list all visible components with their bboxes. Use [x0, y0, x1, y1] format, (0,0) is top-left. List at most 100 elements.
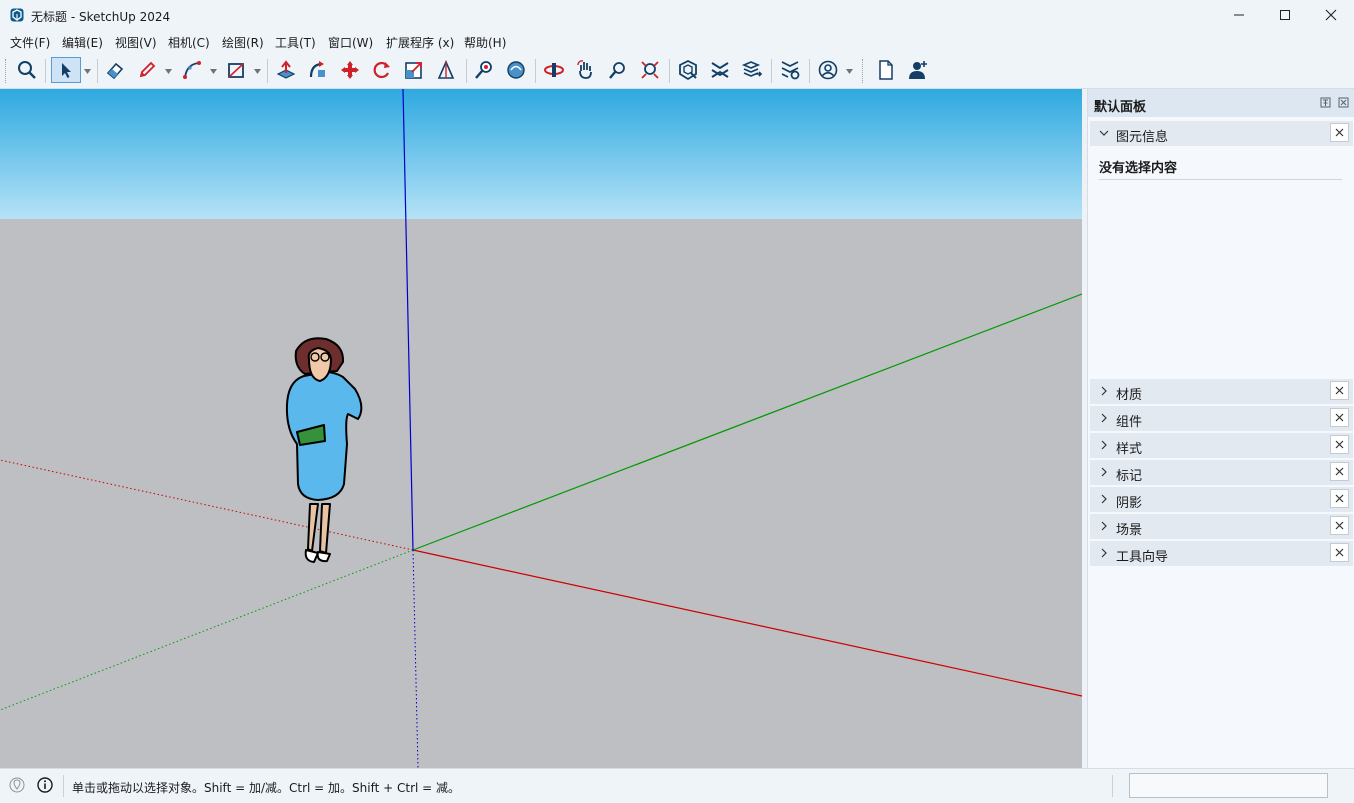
pin-icon[interactable]: [1320, 97, 1331, 108]
close-button[interactable]: [1308, 0, 1354, 30]
chevron-down-icon[interactable]: [165, 69, 172, 74]
search-icon: [18, 61, 36, 79]
menu-bar: 文件(F) 编辑(E) 视图(V) 相机(C) 绘图(R) 工具(T) 窗口(W…: [0, 30, 1354, 53]
panel-title: 默认面板: [1094, 100, 1147, 115]
minimize-button[interactable]: [1216, 0, 1262, 30]
chevron-down-icon[interactable]: [84, 69, 91, 74]
menu-help[interactable]: 帮助(H): [464, 34, 506, 51]
pencil-tool-button[interactable]: [134, 57, 160, 83]
sketchup-logo-icon: [10, 8, 24, 22]
extension-warehouse-button[interactable]: [707, 57, 733, 83]
extension-warehouse-icon: [711, 62, 729, 78]
walk-tool-button[interactable]: [541, 57, 567, 83]
zoom-tool-button[interactable]: [605, 57, 631, 83]
arc-tool-button[interactable]: [179, 57, 205, 83]
select-tool-button[interactable]: [51, 57, 81, 83]
rectangle-tool-button[interactable]: [223, 57, 249, 83]
menu-file[interactable]: 文件(F): [10, 34, 50, 51]
tray-label: 标记: [1116, 469, 1143, 484]
scale-tool-button[interactable]: [401, 57, 427, 83]
pan-tool-button[interactable]: [503, 57, 529, 83]
new-file-icon: [879, 60, 893, 80]
tray-label: 材质: [1116, 388, 1143, 403]
toolbar-separator: [669, 59, 670, 83]
chevron-down-icon[interactable]: [846, 69, 853, 74]
add-user-button[interactable]: [905, 57, 931, 83]
menu-draw[interactable]: 绘图(R): [222, 34, 264, 51]
orbit-tool-button[interactable]: [471, 57, 497, 83]
geo-location-icon[interactable]: [9, 777, 25, 793]
arc-icon: [183, 61, 201, 79]
select-arrow-icon: [62, 63, 71, 78]
profile-button[interactable]: [815, 57, 841, 83]
tray-label: 样式: [1116, 442, 1143, 457]
extension-manager-button[interactable]: [777, 57, 803, 83]
toolbar-separator: [45, 59, 46, 83]
new-file-button[interactable]: [873, 57, 899, 83]
tray-styles[interactable]: 样式: [1090, 433, 1353, 458]
tray-close-button[interactable]: [1330, 123, 1349, 142]
info-icon[interactable]: [37, 777, 53, 793]
maximize-button[interactable]: [1262, 0, 1308, 30]
title-bar: 无标题 - SketchUp 2024: [0, 0, 1354, 30]
position-camera-tool-button[interactable]: [573, 57, 599, 83]
tape-measure-tool-button[interactable]: [433, 57, 459, 83]
tray-close-button[interactable]: [1330, 381, 1349, 400]
menu-camera[interactable]: 相机(C): [168, 34, 210, 51]
toolbar-grip[interactable]: [862, 59, 866, 83]
menu-view[interactable]: 视图(V): [115, 34, 157, 51]
follow-me-icon: [309, 61, 325, 78]
tray-components[interactable]: 组件: [1090, 406, 1353, 431]
tray-close-button[interactable]: [1330, 408, 1349, 427]
tray-close-button[interactable]: [1330, 489, 1349, 508]
tray-close-button[interactable]: [1330, 543, 1349, 562]
status-message: 单击或拖动以选择对象。Shift = 加/减。Ctrl = 加。Shift + …: [72, 781, 461, 795]
follow-me-tool-button[interactable]: [305, 57, 331, 83]
walk-icon: [544, 63, 564, 77]
default-tray-panel: 默认面板 图元信息 没有选择内容 材质 组件 样式 标记 阴影 场景 工具向导: [1087, 89, 1354, 768]
tray-instructor[interactable]: 工具向导: [1090, 541, 1353, 566]
tray-scenes[interactable]: 场景: [1090, 514, 1353, 539]
chevron-right-icon: [1101, 494, 1107, 504]
tray-label: 组件: [1116, 415, 1143, 430]
tray-materials[interactable]: 材质: [1090, 379, 1353, 404]
tray-close-button[interactable]: [1330, 462, 1349, 481]
tray-close-button[interactable]: [1330, 516, 1349, 535]
rotate-tool-button[interactable]: [369, 57, 395, 83]
tray-entity-info[interactable]: 图元信息: [1090, 121, 1353, 146]
send-to-layout-button[interactable]: [739, 57, 765, 83]
rectangle-icon: [228, 63, 244, 78]
chevron-down-icon: [1099, 130, 1109, 136]
eraser-tool-button[interactable]: [102, 57, 128, 83]
toolbar-grip[interactable]: [5, 59, 9, 83]
menu-tools[interactable]: 工具(T): [275, 34, 316, 51]
search-button[interactable]: [14, 57, 40, 83]
menu-window[interactable]: 窗口(W): [328, 34, 373, 51]
drawing-viewport[interactable]: [0, 89, 1082, 768]
push-pull-icon: [276, 60, 296, 79]
chevron-right-icon: [1101, 548, 1107, 558]
panel-close-icon[interactable]: [1338, 97, 1349, 108]
chevron-down-icon[interactable]: [254, 69, 261, 74]
menu-edit[interactable]: 编辑(E): [62, 34, 103, 51]
tray-tags[interactable]: 标记: [1090, 460, 1353, 485]
tray-label: 工具向导: [1116, 550, 1169, 565]
push-pull-tool-button[interactable]: [273, 57, 299, 83]
chevron-down-icon[interactable]: [210, 69, 217, 74]
move-tool-button[interactable]: [337, 57, 363, 83]
close-icon: [1335, 440, 1344, 449]
no-selection-text: 没有选择内容: [1099, 161, 1178, 176]
zoom-extents-button[interactable]: [637, 57, 663, 83]
orbit-icon: [475, 61, 492, 79]
extension-manager-icon: [781, 61, 800, 80]
menu-extensions[interactable]: 扩展程序 (x): [386, 34, 454, 51]
toolbar-separator: [809, 59, 810, 83]
close-icon: [1335, 413, 1344, 422]
tray-shadows[interactable]: 阴影: [1090, 487, 1353, 512]
3d-warehouse-button[interactable]: [675, 57, 701, 83]
measurements-box[interactable]: [1129, 773, 1328, 798]
toolbar-separator: [771, 59, 772, 83]
chevron-right-icon: [1101, 413, 1107, 423]
tray-close-button[interactable]: [1330, 435, 1349, 454]
close-icon: [1335, 467, 1344, 476]
